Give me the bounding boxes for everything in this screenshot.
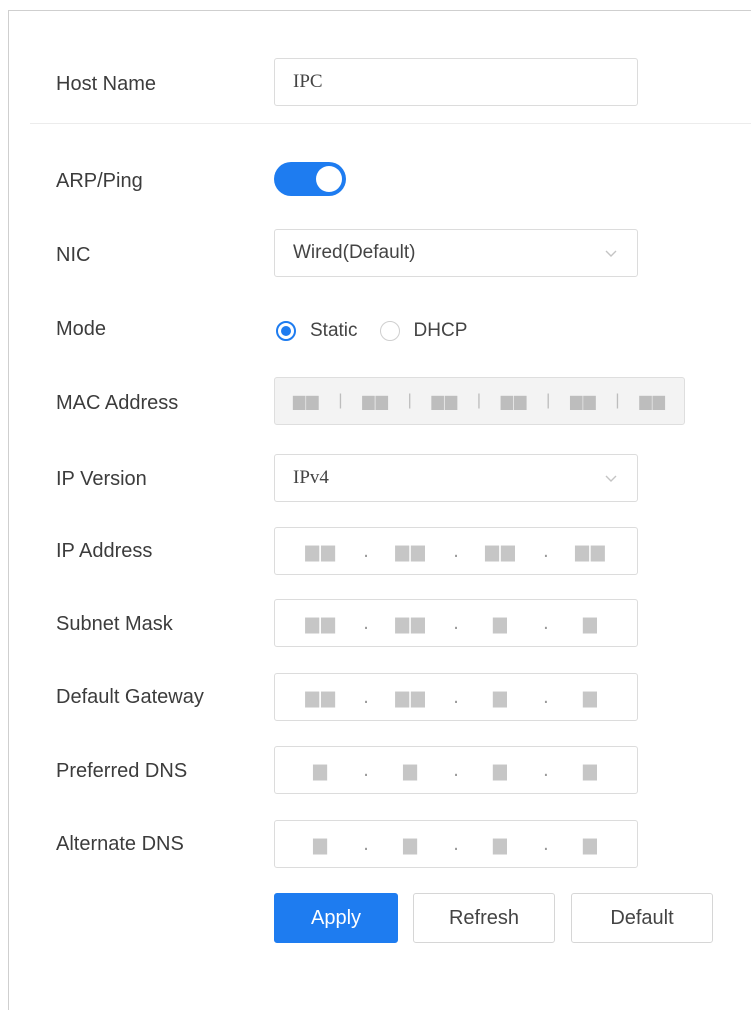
ip-dot: .: [543, 758, 549, 781]
mac-octet: ▆▆: [639, 393, 666, 410]
mac-address-label: MAC Address: [56, 392, 179, 414]
ip-octet[interactable]: ▆▆: [389, 541, 433, 562]
default-button[interactable]: Default: [571, 893, 713, 943]
ip-version-value: IPv4: [293, 467, 329, 488]
ip-version-label: IP Version: [56, 468, 147, 490]
ip-dot: .: [543, 539, 549, 562]
ip-octet[interactable]: ▆: [389, 760, 433, 781]
ip-octet[interactable]: ▆: [299, 834, 343, 855]
default-gateway-label: Default Gateway: [56, 686, 204, 708]
mac-separator: |: [615, 392, 621, 409]
mac-octet: ▆▆: [362, 393, 389, 410]
mac-separator: |: [546, 392, 552, 409]
ip-octet[interactable]: ▆: [479, 834, 523, 855]
chevron-down-icon: [605, 472, 617, 484]
ip-octet[interactable]: ▆▆: [479, 541, 523, 562]
ip-dot: .: [543, 685, 549, 708]
host-name-label: Host Name: [56, 73, 157, 95]
ip-octet[interactable]: ▆▆: [389, 687, 433, 708]
nic-label: NIC: [56, 244, 91, 266]
refresh-button[interactable]: Refresh: [413, 893, 555, 943]
mac-separator: |: [407, 392, 413, 409]
nic-selected-value: Wired(Default): [293, 242, 416, 263]
host-name-input[interactable]: IPC: [274, 58, 638, 106]
ip-dot: .: [363, 539, 369, 562]
arp-ping-toggle[interactable]: [274, 162, 346, 196]
ip-octet[interactable]: ▆: [569, 687, 613, 708]
mode-radio-dhcp[interactable]: DHCP: [379, 320, 468, 342]
ip-dot: .: [453, 758, 459, 781]
ip-octet[interactable]: ▆: [569, 760, 613, 781]
subnet-mask-label: Subnet Mask: [56, 613, 173, 635]
ip-octet[interactable]: ▆: [569, 613, 613, 634]
ip-octet[interactable]: ▆: [569, 834, 613, 855]
ip-dot: .: [543, 611, 549, 634]
ip-dot: .: [363, 758, 369, 781]
ip-dot: .: [453, 832, 459, 855]
mac-separator: |: [338, 392, 344, 409]
ip-version-select[interactable]: IPv4: [274, 454, 638, 502]
ip-octet[interactable]: ▆: [479, 760, 523, 781]
mac-octet: ▆▆: [570, 393, 597, 410]
mode-option-dhcp: DHCP: [413, 320, 468, 341]
alternate-dns-label: Alternate DNS: [56, 833, 184, 855]
ip-octet[interactable]: ▆▆: [299, 687, 343, 708]
mac-address-value: ▆▆ | ▆▆ | ▆▆ | ▆▆ | ▆▆ | ▆▆: [293, 391, 666, 411]
ip-octet[interactable]: ▆▆: [299, 541, 343, 562]
preferred-dns-label: Preferred DNS: [56, 760, 188, 782]
nic-select[interactable]: Wired(Default): [274, 229, 638, 277]
ip-octet[interactable]: ▆: [479, 613, 523, 634]
section-divider: [30, 123, 751, 124]
ip-dot: .: [453, 539, 459, 562]
apply-button[interactable]: Apply: [274, 893, 398, 943]
ip-dot: .: [453, 611, 459, 634]
toggle-knob: [316, 166, 342, 192]
ip-address-label: IP Address: [56, 540, 153, 562]
ip-octet[interactable]: ▆▆: [299, 613, 343, 634]
ip-dot: .: [543, 832, 549, 855]
mac-separator: |: [476, 392, 483, 409]
alternate-dns-input[interactable]: ▆. ▆. ▆. ▆: [274, 820, 638, 868]
ip-dot: .: [363, 685, 369, 708]
mac-octet: ▆▆: [293, 393, 320, 410]
default-gateway-input[interactable]: ▆▆. ▆▆. ▆. ▆: [274, 673, 638, 721]
ip-octet[interactable]: ▆▆: [389, 613, 433, 634]
radio-checked-icon: [276, 321, 296, 341]
ip-dot: .: [453, 685, 459, 708]
ip-octet[interactable]: ▆: [479, 687, 523, 708]
chevron-down-icon: [605, 247, 617, 259]
subnet-mask-input[interactable]: ▆▆. ▆▆. ▆. ▆: [274, 599, 638, 647]
mode-radio-group: Static DHCP: [276, 316, 489, 346]
radio-unchecked-icon: [379, 321, 400, 341]
ip-dot: .: [363, 611, 369, 634]
ip-octet[interactable]: ▆: [389, 834, 433, 855]
ip-octet[interactable]: ▆▆: [569, 541, 613, 562]
mac-octet: ▆▆: [431, 393, 459, 410]
ip-octet[interactable]: ▆: [299, 760, 343, 781]
mac-octet: ▆▆: [500, 393, 528, 410]
mode-radio-static[interactable]: Static: [276, 320, 358, 342]
mac-address-field: ▆▆ | ▆▆ | ▆▆ | ▆▆ | ▆▆ | ▆▆: [274, 377, 685, 425]
ip-address-input[interactable]: ▆▆. ▆▆. ▆▆. ▆▆: [274, 527, 638, 575]
host-name-value: IPC: [293, 71, 323, 92]
ip-dot: .: [363, 832, 369, 855]
mode-label: Mode: [56, 318, 107, 340]
preferred-dns-input[interactable]: ▆. ▆. ▆. ▆: [274, 746, 638, 794]
mode-option-static: Static: [310, 320, 358, 341]
arp-ping-label: ARP/Ping: [56, 170, 143, 192]
